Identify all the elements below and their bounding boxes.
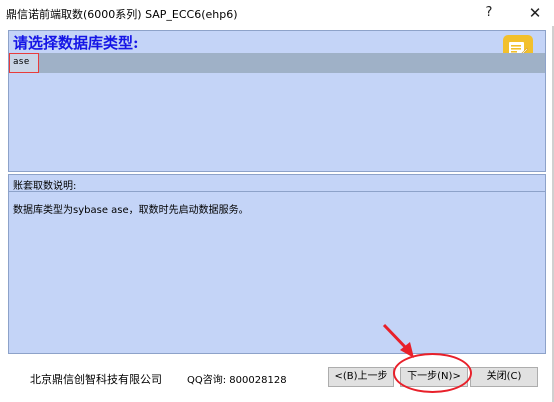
database-item-label: ase: [13, 57, 30, 67]
qq-contact: QQ咨询: 800028128: [187, 375, 287, 386]
company-name: 北京鼎信创智科技有限公司: [30, 373, 162, 386]
close-button[interactable]: 关闭(C): [470, 367, 538, 387]
database-list-row[interactable]: ase: [9, 53, 545, 73]
close-window-button[interactable]: ✕: [520, 3, 550, 23]
previous-button[interactable]: <(B)上一步: [328, 367, 394, 387]
description-panel: 账套取数说明: 数据库类型为sybase ase，取数时先启动数据服务。: [8, 174, 546, 354]
title-bar: 鼎信诺前端取数(6000系列) SAP_ECC6(ehp6) ? ✕: [0, 0, 554, 26]
next-button[interactable]: 下一步(N)>: [400, 367, 468, 387]
footer: 北京鼎信创智科技有限公司 QQ咨询: 800028128 <(B)上一步 下一步…: [0, 356, 554, 402]
description-header-label: 账套取数说明:: [13, 181, 77, 192]
database-item-ase[interactable]: ase: [9, 53, 39, 73]
description-text: 数据库类型为sybase ase，取数时先启动数据服务。: [13, 205, 249, 216]
window-title: 鼎信诺前端取数(6000系列) SAP_ECC6(ehp6): [6, 8, 238, 21]
panel-heading: 请选择数据库类型:: [13, 34, 139, 52]
database-type-panel: 请选择数据库类型: ase: [8, 30, 546, 172]
description-header: 账套取数说明:: [9, 175, 545, 192]
help-button[interactable]: ?: [474, 3, 504, 23]
